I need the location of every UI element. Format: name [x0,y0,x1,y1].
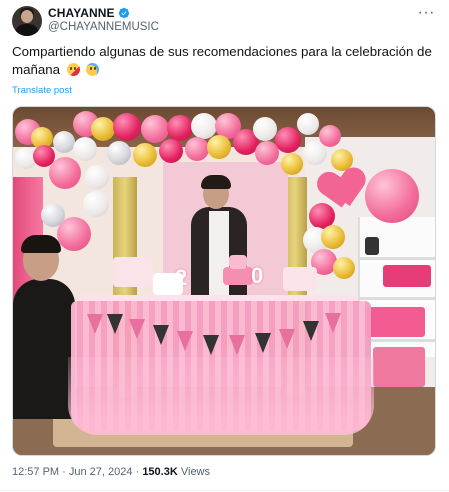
balloon [83,191,109,217]
shelf-board [358,297,435,300]
translate-post-link[interactable]: Translate post [12,85,72,96]
shelf-board [358,257,435,260]
number-candle: 0 [251,263,264,288]
balloon [73,137,97,161]
avatar-body [15,24,39,36]
bunting-flag [255,333,271,353]
bunting-flag [153,325,169,345]
shelf-item [365,237,379,255]
shelf-item [383,265,431,287]
balloon [141,115,169,143]
views-count: 150.3K [142,466,178,478]
avatar-head [21,10,33,23]
cake-bottom-tier [223,267,253,285]
bunting-flag [325,313,341,333]
heart-balloon [320,168,366,214]
cardboard-cutout-body [13,279,75,419]
balloon [85,165,109,189]
divider [0,490,449,491]
balloon [297,113,319,135]
bunting-flag [107,314,123,334]
shelf-item [365,307,425,337]
balloon [281,153,303,175]
author-name-row[interactable]: CHAYANNE [48,6,130,20]
shelf-item [373,347,425,387]
more-options-button[interactable]: ··· [418,4,435,22]
poster-person-hair [201,175,231,189]
balloon [253,117,277,141]
balloon [53,131,75,153]
party-face-emoji-icon [66,63,80,76]
balloon [207,135,231,159]
verified-badge-icon [118,7,129,19]
bunting-flag [279,329,295,349]
bunting-flag [303,321,319,341]
bunting-flag [87,314,103,334]
balloon [185,137,209,161]
balloon [91,117,115,141]
bunting-flag [177,331,193,351]
balloon [275,127,301,153]
cake-top-tier [229,255,247,269]
tweet-meta: 12:57 PM · Jun 27, 2024 · 150.3K Views [12,466,210,478]
bunting-flag [229,335,245,355]
bunting-flag [129,319,145,339]
balloon [41,203,65,227]
balloon [319,125,341,147]
meta-separator: · [62,466,66,478]
grinning-sweat-emoji-icon [86,63,100,76]
balloon [133,143,157,167]
dessert-stand [113,257,153,287]
balloon [159,139,183,163]
tulle-skirt [68,357,374,435]
display-name[interactable]: CHAYANNE [48,6,115,20]
dessert-stand [283,267,317,291]
avatar[interactable] [12,6,42,36]
balloon [107,141,131,165]
photo-frame-table [153,273,183,295]
tweet-text: Compartiendo algunas de sus recomendacio… [12,43,437,79]
photo-balloon-frame [365,169,419,223]
tweet-photo[interactable]: 2 0 [12,106,436,456]
cardboard-cutout-hair [21,235,61,253]
balloon [321,225,345,249]
bunting-flag [203,335,219,355]
more-horizontal-icon: ··· [417,4,435,21]
balloon [113,113,141,141]
balloon [49,157,81,189]
tweet-time[interactable]: 12:57 PM [12,466,59,478]
balloon [167,115,193,141]
author-handle[interactable]: @CHAYANNEMUSIC [48,21,159,33]
views-label: Views [180,466,211,478]
tweet-date[interactable]: Jun 27, 2024 [69,466,133,478]
meta-separator: · [135,466,140,478]
balloon [333,257,355,279]
